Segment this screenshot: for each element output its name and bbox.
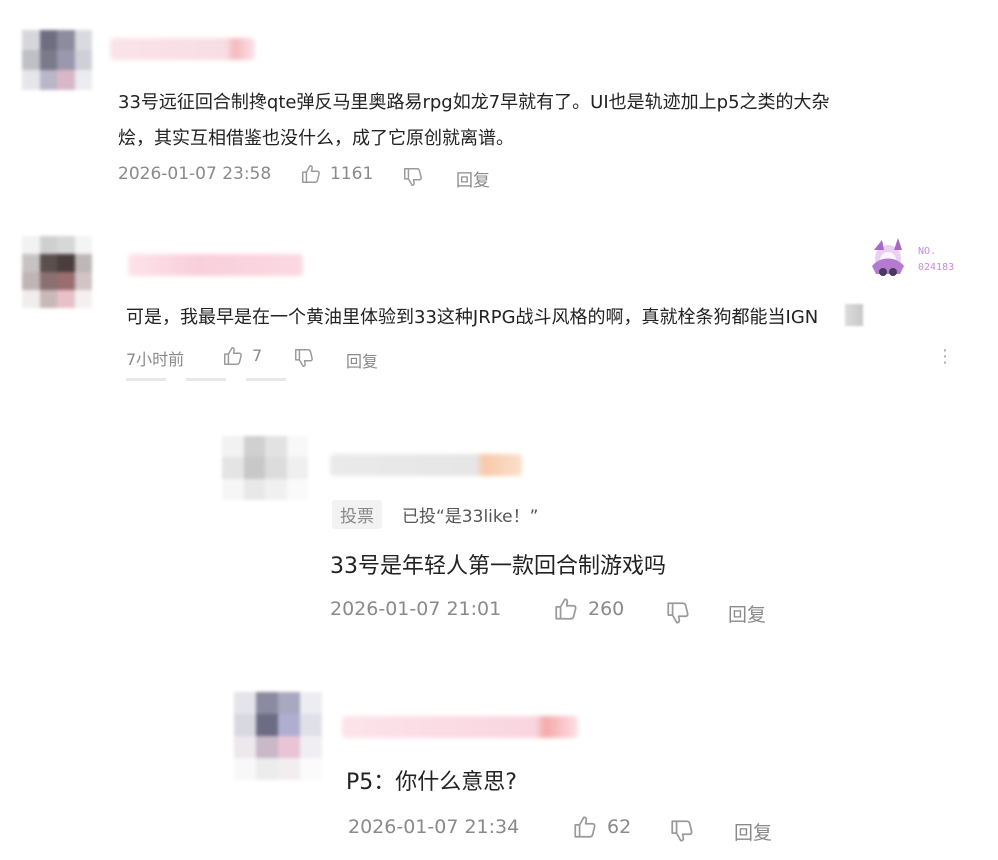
timestamp: 2026-01-07 21:01 <box>330 598 502 620</box>
like-count: 62 <box>607 816 632 838</box>
censor-mosaic <box>845 304 863 326</box>
comment-text: 可是，我最早是在一个黄油里体验到33这种JRPG战斗风格的啊，真就栓条狗都能当I… <box>126 307 819 328</box>
thumbs-up-icon[interactable] <box>222 345 244 367</box>
comment-text: P5：你什么意思? <box>346 770 517 795</box>
thumbs-up-icon[interactable] <box>572 814 598 840</box>
comment-text: 33号远征回合制搀qte弹反马里奥路易rpg如龙7早就有了。UI也是轨迹加上p5… <box>118 92 830 113</box>
comment-text: 33号是年轻人第一款回合制游戏吗 <box>330 554 666 579</box>
reply-button[interactable]: 回复 <box>728 600 766 627</box>
timestamp: 2026-01-07 23:58 <box>118 164 272 184</box>
timestamp: 2026-01-07 21:34 <box>348 816 520 838</box>
avatar[interactable] <box>22 236 92 308</box>
thumbs-down-icon[interactable] <box>402 166 424 188</box>
fan-badge-icon <box>872 238 904 276</box>
badge-number: 024183 <box>918 262 955 273</box>
vote-status: 已投“是33like！” <box>402 507 539 527</box>
divider <box>126 378 306 381</box>
reply-button[interactable]: 回复 <box>456 166 490 191</box>
avatar[interactable] <box>22 30 92 90</box>
like-count: 260 <box>588 598 625 620</box>
thumbs-down-icon[interactable] <box>665 600 691 626</box>
like-count: 7 <box>252 346 263 365</box>
thumbs-down-icon[interactable] <box>293 347 315 369</box>
avatar[interactable] <box>222 436 308 500</box>
timestamp: 7小时前 <box>126 350 185 369</box>
username-blurred[interactable] <box>128 254 303 276</box>
like-count: 1161 <box>330 164 374 184</box>
thumbs-down-icon[interactable] <box>669 818 695 844</box>
username-blurred[interactable] <box>110 38 255 60</box>
reply-button[interactable]: 回复 <box>346 348 378 372</box>
username-blurred[interactable] <box>342 716 578 738</box>
avatar[interactable] <box>234 692 322 780</box>
comment-text: 烩，其实互相借鉴也没什么，成了它原创就离谱。 <box>118 128 514 149</box>
username-blurred[interactable] <box>330 454 522 476</box>
vote-tag[interactable]: 投票 <box>332 500 382 529</box>
thumbs-up-icon[interactable] <box>300 163 322 185</box>
reply-button[interactable]: 回复 <box>734 818 772 845</box>
thumbs-up-icon[interactable] <box>553 596 579 622</box>
more-options-icon[interactable]: ⋮ <box>936 348 954 366</box>
badge-label: NO. <box>918 246 937 257</box>
